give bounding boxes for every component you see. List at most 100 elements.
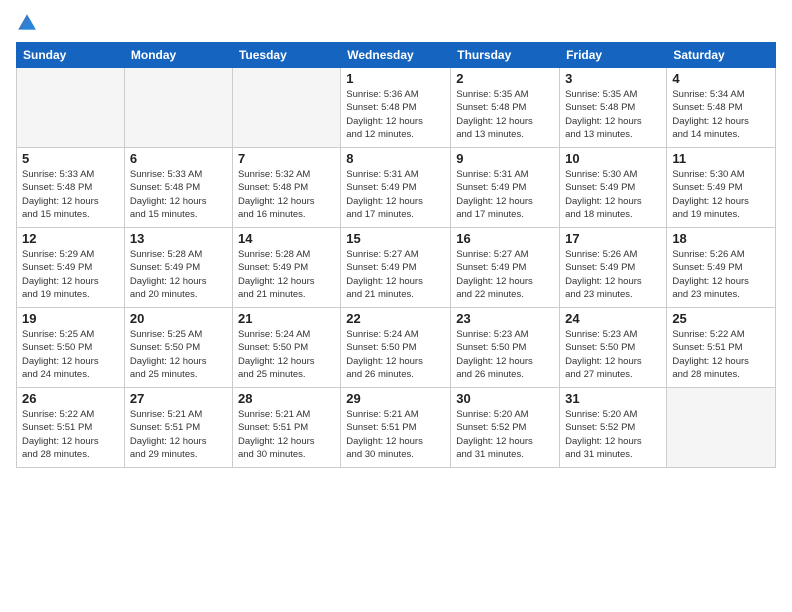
calendar-cell: 29 Sunrise: 5:21 AM Sunset: 5:51 PM Dayli… [341,388,451,468]
day-number: 13 [130,231,227,246]
day-info: Sunrise: 5:30 AM Sunset: 5:49 PM Dayligh… [672,168,770,221]
day-info: Sunrise: 5:24 AM Sunset: 5:50 PM Dayligh… [346,328,445,381]
day-number: 7 [238,151,335,166]
calendar-cell: 25Sunrise: 5:22 AM Sunset: 5:51 PM Dayli… [667,308,776,388]
weekday-header-tuesday: Tuesday [232,43,340,68]
day-info: Sunrise: 5:35 AM Sunset: 5:48 PM Dayligh… [456,88,554,141]
day-info: Sunrise: 5:36 AM Sunset: 5:48 PM Dayligh… [346,88,445,141]
calendar-cell: 2 Sunrise: 5:35 AM Sunset: 5:48 PM Daylig… [451,68,560,148]
day-info: Sunrise: 5:23 AM Sunset: 5:50 PM Dayligh… [565,328,661,381]
day-number: 1 [346,71,445,86]
calendar-cell: 24 Sunrise: 5:23 AM Sunset: 5:50 PM Dayli… [560,308,667,388]
day-info: Sunrise: 5:21 AM Sunset: 5:51 PM Dayligh… [130,408,227,461]
calendar-cell [124,68,232,148]
day-number: 31 [565,391,661,406]
calendar-cell [17,68,125,148]
day-number: 15 [346,231,445,246]
calendar-cell: 22 Sunrise: 5:24 AM Sunset: 5:50 PM Dayli… [341,308,451,388]
day-info: Sunrise: 5:21 AM Sunset: 5:51 PM Dayligh… [238,408,335,461]
day-info: Sunrise: 5:22 AM Sunset: 5:51 PM Dayligh… [22,408,119,461]
day-info: Sunrise: 5:20 AM Sunset: 5:52 PM Dayligh… [565,408,661,461]
day-number: 26 [22,391,119,406]
day-info: Sunrise: 5:20 AM Sunset: 5:52 PM Dayligh… [456,408,554,461]
day-info: Sunrise: 5:24 AM Sunset: 5:50 PM Dayligh… [238,328,335,381]
calendar-cell: 1 Sunrise: 5:36 AM Sunset: 5:48 PM Daylig… [341,68,451,148]
day-number: 18 [672,231,770,246]
day-number: 4 [672,71,770,86]
day-number: 30 [456,391,554,406]
day-number: 28 [238,391,335,406]
logo-icon [16,12,38,34]
day-info: Sunrise: 5:31 AM Sunset: 5:49 PM Dayligh… [346,168,445,221]
day-number: 16 [456,231,554,246]
day-number: 3 [565,71,661,86]
calendar-cell: 11 Sunrise: 5:30 AM Sunset: 5:49 PM Dayli… [667,148,776,228]
day-info: Sunrise: 5:26 AM Sunset: 5:49 PM Dayligh… [672,248,770,301]
calendar-cell: 9 Sunrise: 5:31 AM Sunset: 5:49 PM Daylig… [451,148,560,228]
calendar-cell: 10Sunrise: 5:30 AM Sunset: 5:49 PM Dayli… [560,148,667,228]
day-number: 27 [130,391,227,406]
calendar-cell: 21 Sunrise: 5:24 AM Sunset: 5:50 PM Dayli… [232,308,340,388]
day-info: Sunrise: 5:29 AM Sunset: 5:49 PM Dayligh… [22,248,119,301]
day-info: Sunrise: 5:30 AM Sunset: 5:49 PM Dayligh… [565,168,661,221]
day-number: 21 [238,311,335,326]
calendar-cell: 4 Sunrise: 5:34 AM Sunset: 5:48 PM Daylig… [667,68,776,148]
day-info: Sunrise: 5:21 AM Sunset: 5:51 PM Dayligh… [346,408,445,461]
weekday-header-saturday: Saturday [667,43,776,68]
day-number: 8 [346,151,445,166]
calendar-cell: 19 Sunrise: 5:25 AM Sunset: 5:50 PM Dayli… [17,308,125,388]
calendar-cell: 12Sunrise: 5:29 AM Sunset: 5:49 PM Dayli… [17,228,125,308]
day-number: 29 [346,391,445,406]
calendar-cell: 7 Sunrise: 5:32 AM Sunset: 5:48 PM Daylig… [232,148,340,228]
calendar-cell: 20 Sunrise: 5:25 AM Sunset: 5:50 PM Dayli… [124,308,232,388]
calendar-cell: 30 Sunrise: 5:20 AM Sunset: 5:52 PM Dayli… [451,388,560,468]
calendar-cell: 13 Sunrise: 5:28 AM Sunset: 5:49 PM Dayli… [124,228,232,308]
day-number: 5 [22,151,119,166]
calendar-cell [232,68,340,148]
day-info: Sunrise: 5:27 AM Sunset: 5:49 PM Dayligh… [456,248,554,301]
calendar: SundayMondayTuesdayWednesdayThursdayFrid… [16,42,776,468]
day-number: 25 [672,311,770,326]
header [16,12,776,34]
calendar-cell: 14 Sunrise: 5:28 AM Sunset: 5:49 PM Dayli… [232,228,340,308]
day-info: Sunrise: 5:23 AM Sunset: 5:50 PM Dayligh… [456,328,554,381]
day-number: 2 [456,71,554,86]
day-info: Sunrise: 5:32 AM Sunset: 5:48 PM Dayligh… [238,168,335,221]
day-info: Sunrise: 5:34 AM Sunset: 5:48 PM Dayligh… [672,88,770,141]
day-number: 24 [565,311,661,326]
calendar-cell: 28 Sunrise: 5:21 AM Sunset: 5:51 PM Dayli… [232,388,340,468]
calendar-cell: 6Sunrise: 5:33 AM Sunset: 5:48 PM Daylig… [124,148,232,228]
day-number: 9 [456,151,554,166]
calendar-cell: 3Sunrise: 5:35 AM Sunset: 5:48 PM Daylig… [560,68,667,148]
day-info: Sunrise: 5:28 AM Sunset: 5:49 PM Dayligh… [130,248,227,301]
day-number: 19 [22,311,119,326]
weekday-header-monday: Monday [124,43,232,68]
day-number: 17 [565,231,661,246]
weekday-header-thursday: Thursday [451,43,560,68]
day-number: 14 [238,231,335,246]
day-info: Sunrise: 5:28 AM Sunset: 5:49 PM Dayligh… [238,248,335,301]
weekday-header-sunday: Sunday [17,43,125,68]
logo [16,12,42,34]
calendar-cell: 16 Sunrise: 5:27 AM Sunset: 5:49 PM Dayli… [451,228,560,308]
calendar-cell: 8 Sunrise: 5:31 AM Sunset: 5:49 PM Daylig… [341,148,451,228]
weekday-header-friday: Friday [560,43,667,68]
day-info: Sunrise: 5:33 AM Sunset: 5:48 PM Dayligh… [130,168,227,221]
day-number: 11 [672,151,770,166]
day-info: Sunrise: 5:25 AM Sunset: 5:50 PM Dayligh… [22,328,119,381]
page: SundayMondayTuesdayWednesdayThursdayFrid… [0,0,792,612]
weekday-header-wednesday: Wednesday [341,43,451,68]
calendar-cell: 26 Sunrise: 5:22 AM Sunset: 5:51 PM Dayli… [17,388,125,468]
day-info: Sunrise: 5:31 AM Sunset: 5:49 PM Dayligh… [456,168,554,221]
day-info: Sunrise: 5:26 AM Sunset: 5:49 PM Dayligh… [565,248,661,301]
calendar-cell: 15 Sunrise: 5:27 AM Sunset: 5:49 PM Dayli… [341,228,451,308]
day-number: 23 [456,311,554,326]
day-number: 22 [346,311,445,326]
day-info: Sunrise: 5:33 AM Sunset: 5:48 PM Dayligh… [22,168,119,221]
calendar-cell: 5 Sunrise: 5:33 AM Sunset: 5:48 PM Daylig… [17,148,125,228]
day-info: Sunrise: 5:25 AM Sunset: 5:50 PM Dayligh… [130,328,227,381]
day-number: 20 [130,311,227,326]
calendar-cell: 17 Sunrise: 5:26 AM Sunset: 5:49 PM Dayli… [560,228,667,308]
calendar-cell: 27 Sunrise: 5:21 AM Sunset: 5:51 PM Dayli… [124,388,232,468]
day-info: Sunrise: 5:27 AM Sunset: 5:49 PM Dayligh… [346,248,445,301]
